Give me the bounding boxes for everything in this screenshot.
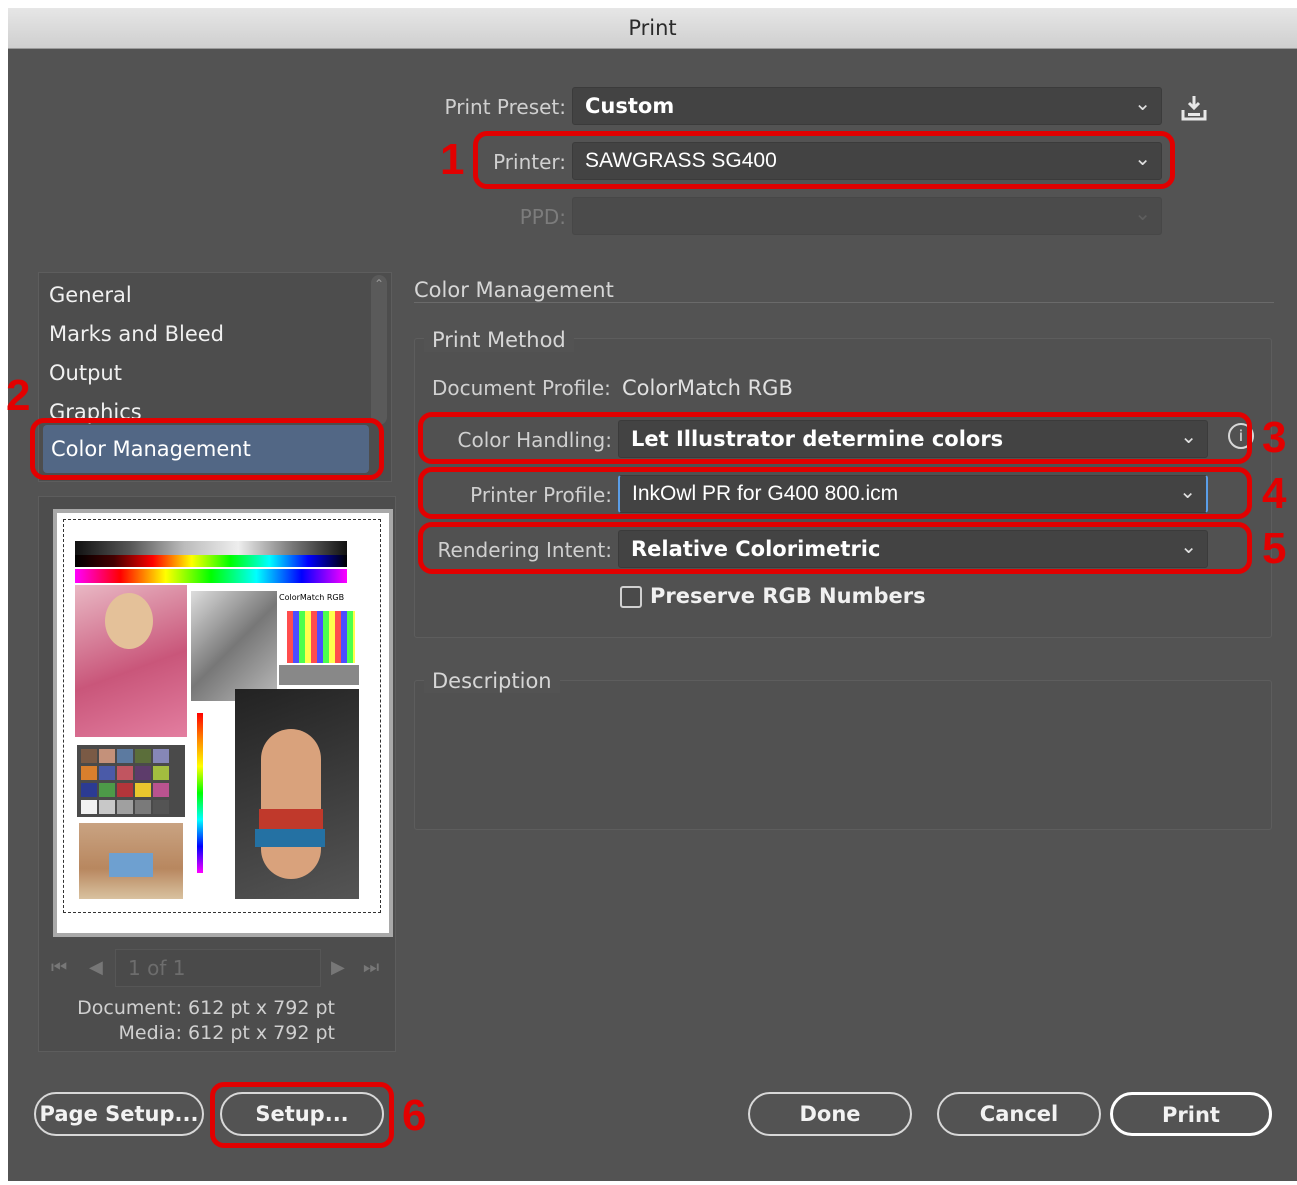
print-preset-dropdown[interactable]: Custom ⌄ bbox=[572, 87, 1162, 125]
preserve-rgb-checkbox[interactable] bbox=[620, 586, 642, 608]
sidebar-item-output[interactable]: Output bbox=[49, 361, 122, 385]
annotation-number-4: 4 bbox=[1262, 469, 1287, 518]
portrait-face bbox=[105, 593, 153, 649]
hand-image bbox=[235, 689, 359, 899]
description-group bbox=[414, 680, 1272, 830]
print-preset-label: Print Preset: bbox=[444, 95, 566, 119]
machine-image bbox=[191, 591, 277, 701]
annotation-number-6: 6 bbox=[402, 1091, 427, 1140]
ppd-label: PPD: bbox=[519, 205, 566, 229]
bracelet bbox=[259, 809, 323, 829]
hand-shape bbox=[261, 729, 321, 879]
color-checker bbox=[77, 745, 185, 817]
page-thumbnail[interactable]: ColorMatch RGB bbox=[57, 513, 389, 933]
vertical-color-bar bbox=[197, 713, 203, 873]
document-profile-label: Document Profile: bbox=[432, 376, 611, 400]
first-page-icon[interactable]: ⏮ bbox=[51, 957, 67, 978]
preview-frame: ColorMatch RGB bbox=[53, 509, 393, 937]
annotation-number-1: 1 bbox=[440, 135, 465, 184]
sidebar-item-general[interactable]: General bbox=[49, 283, 132, 307]
annotation-box-color-handling bbox=[418, 412, 1252, 464]
gray-block bbox=[279, 665, 359, 685]
chevron-down-icon: ⌄ bbox=[1134, 91, 1151, 115]
window-title: Print bbox=[628, 16, 677, 40]
print-button[interactable]: Print bbox=[1110, 1092, 1272, 1136]
page-number-field[interactable]: 1 of 1 bbox=[115, 949, 321, 987]
annotation-box-color-management bbox=[30, 418, 384, 480]
annotation-number-5: 5 bbox=[1262, 524, 1287, 573]
description-legend: Description bbox=[424, 669, 560, 693]
annotation-box-setup bbox=[210, 1082, 394, 1148]
page-setup-button[interactable]: Page Setup... bbox=[34, 1092, 204, 1136]
preview-panel: ColorMatch RGB ⏮ ◀ 1 of 1 ▶ ⏭ Document: … bbox=[38, 496, 396, 1052]
print-method-legend: Print Method bbox=[424, 328, 574, 352]
next-page-icon[interactable]: ▶ bbox=[331, 957, 345, 978]
cancel-button[interactable]: Cancel bbox=[937, 1092, 1101, 1136]
annotation-number-2: 2 bbox=[6, 371, 31, 420]
print-preset-value: Custom bbox=[585, 94, 675, 118]
previous-page-icon[interactable]: ◀ bbox=[89, 957, 103, 978]
page-number-value: 1 of 1 bbox=[128, 956, 186, 980]
thumbnail-label: ColorMatch RGB bbox=[279, 593, 345, 602]
color-grid bbox=[287, 611, 355, 663]
scroll-up-icon[interactable]: ⌃ bbox=[371, 277, 387, 291]
building-window bbox=[109, 853, 153, 877]
annotation-box-printer-profile bbox=[418, 467, 1252, 519]
document-profile-value: ColorMatch RGB bbox=[622, 376, 793, 400]
portrait-image bbox=[75, 585, 187, 737]
building-image bbox=[79, 823, 183, 899]
save-preset-icon[interactable] bbox=[1180, 94, 1208, 122]
done-button[interactable]: Done bbox=[748, 1092, 912, 1136]
gray-ramp bbox=[75, 541, 347, 555]
section-divider bbox=[414, 302, 1274, 303]
rainbow-ramp bbox=[75, 569, 347, 583]
preserve-rgb-label[interactable]: Preserve RGB Numbers bbox=[650, 584, 926, 608]
media-size: Media: 612 pt x 792 pt bbox=[118, 1022, 335, 1044]
section-heading: Color Management bbox=[414, 278, 614, 302]
annotation-box-printer bbox=[473, 131, 1175, 189]
chevron-down-icon: ⌄ bbox=[1134, 201, 1151, 225]
title-bar: Print bbox=[8, 8, 1297, 49]
document-size: Document: 612 pt x 792 pt bbox=[77, 997, 335, 1019]
annotation-box-rendering-intent bbox=[418, 522, 1252, 574]
last-page-icon[interactable]: ⏭ bbox=[363, 957, 379, 978]
bracelet bbox=[255, 829, 325, 847]
list-scrollbar[interactable]: ⌃ bbox=[371, 275, 387, 425]
color-ramp bbox=[75, 555, 347, 567]
annotation-number-3: 3 bbox=[1262, 413, 1287, 462]
ppd-dropdown[interactable]: ⌄ bbox=[572, 197, 1162, 235]
sidebar-item-marks-and-bleed[interactable]: Marks and Bleed bbox=[49, 322, 224, 346]
